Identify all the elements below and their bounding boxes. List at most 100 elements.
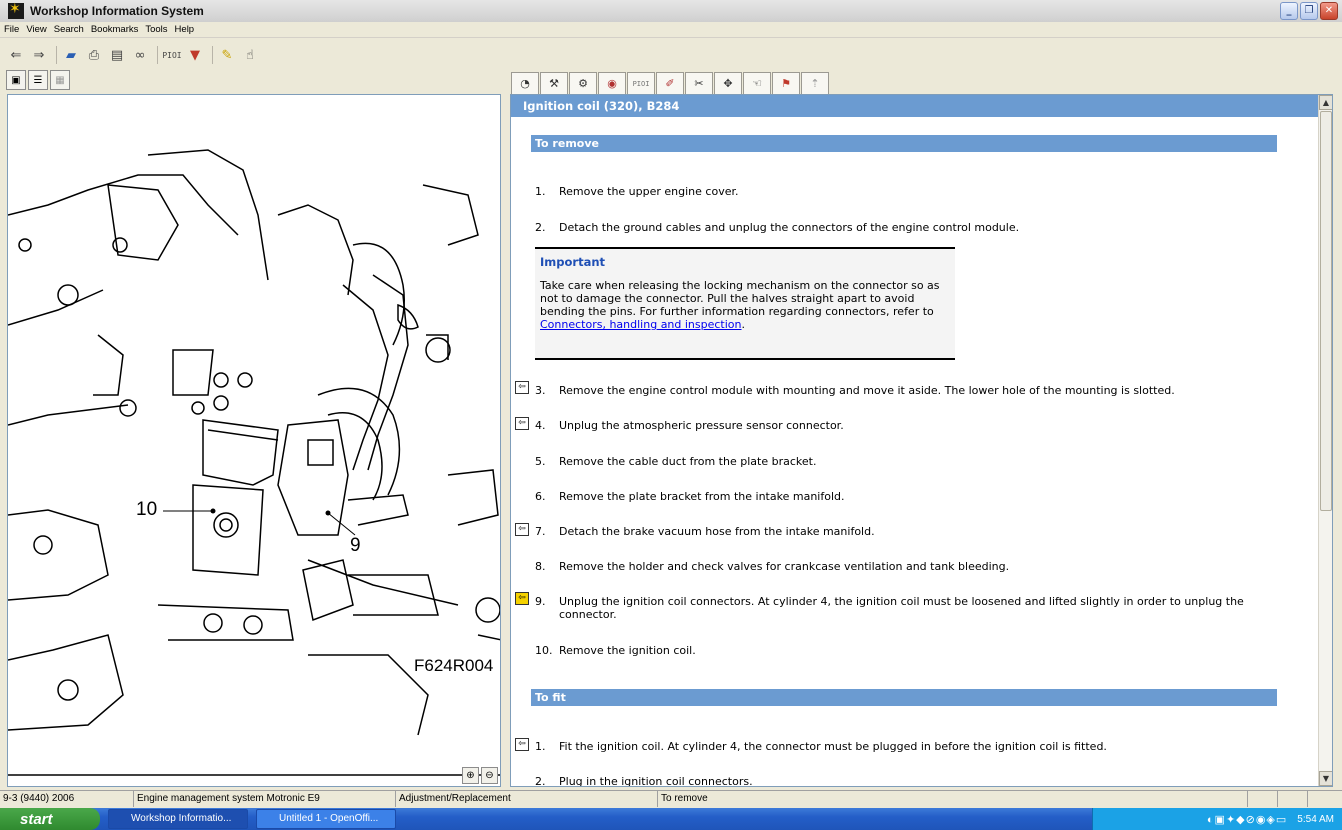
status-empty	[1248, 791, 1278, 807]
app-window: Workshop Information System _ ❐ ✕ File V…	[0, 0, 1342, 810]
status-empty	[1308, 791, 1342, 807]
reference-icon[interactable]: ⇦	[515, 738, 529, 751]
reference-icon[interactable]: ⇦	[515, 417, 529, 430]
status-category: Adjustment/Replacement	[396, 791, 658, 807]
menu-file[interactable]: File	[4, 24, 19, 35]
window-controls: _ ❐ ✕	[1280, 2, 1338, 20]
warning-icon[interactable]: ⚑	[772, 72, 800, 94]
minimize-button[interactable]: _	[1280, 2, 1298, 20]
gauge-icon[interactable]: ◔	[511, 72, 539, 94]
zoom-in-icon[interactable]: ⊕	[462, 767, 479, 784]
tray-icons[interactable]: ◐▣✦◆⊘◉◈▭	[1207, 813, 1287, 826]
important-note: Important Take care when releasing the l…	[535, 247, 955, 360]
step-text: Detach the brake vacuum hose from the in…	[559, 525, 875, 538]
gears-icon[interactable]: ⚙	[569, 72, 597, 94]
wrench-screwdriver-icon[interactable]: ✂	[685, 72, 713, 94]
pen-tool-icon[interactable]: ✐	[656, 72, 684, 94]
clock: 5:54 AM	[1297, 813, 1334, 825]
status-bar: 9-3 (9440) 2006 Engine management system…	[0, 790, 1342, 807]
remove-step-9: 9. Unplug the ignition coil connectors. A…	[535, 595, 1295, 621]
reference-icon-highlighted[interactable]: ⇦	[515, 592, 529, 605]
callout-9: 9	[350, 535, 361, 556]
menu-view[interactable]: View	[26, 24, 46, 35]
menu-help[interactable]: Help	[175, 24, 195, 35]
printer-icon[interactable]: ⎙	[84, 45, 104, 65]
circle-tool-icon[interactable]: ◉	[598, 72, 626, 94]
toolbar: ⇐ ⇒ ▰ ⎙ ▤ ∞ PIOI ▼ ✎ ☝	[0, 40, 1342, 70]
step-number: 5.	[535, 455, 546, 468]
vertical-scrollbar[interactable]: ▲ ▼	[1318, 95, 1332, 786]
forward-arrow-icon[interactable]: ⇒	[29, 45, 49, 65]
menu-bar: File View Search Bookmarks Tools Help	[0, 22, 1342, 38]
app-logo-icon	[8, 1, 24, 19]
step-text: Fit the ignition coil. At cylinder 4, th…	[559, 740, 1107, 753]
status-section: To remove	[658, 791, 1248, 807]
status-model: 9-3 (9440) 2006	[0, 791, 134, 807]
section-to-remove: To remove	[531, 135, 1277, 152]
maximize-button[interactable]: ❐	[1300, 2, 1318, 20]
piol-tab-icon[interactable]: PIOI	[627, 72, 655, 94]
menu-tools[interactable]: Tools	[145, 24, 167, 35]
menu-search[interactable]: Search	[54, 24, 84, 35]
step-number: 8.	[535, 560, 546, 573]
important-title: Important	[540, 255, 606, 269]
move-icon[interactable]: ✥	[714, 72, 742, 94]
zoom-controls: ⊕ ⊖	[462, 767, 498, 784]
pencil-icon[interactable]: ✎	[217, 45, 237, 65]
filter-icon[interactable]: ▼	[185, 45, 205, 65]
hand-icon[interactable]: ☜	[743, 72, 771, 94]
fit-step-1: 1. Fit the ignition coil. At cylinder 4, …	[535, 740, 1295, 753]
back-arrow-icon[interactable]: ⇐	[6, 45, 26, 65]
export-icon[interactable]: ▤	[107, 45, 127, 65]
step-text: Plug in the ignition coil connectors.	[559, 775, 753, 787]
step-number: 2.	[535, 775, 546, 787]
close-button[interactable]: ✕	[1320, 2, 1338, 20]
car-icon[interactable]: ▰	[61, 45, 81, 65]
illustration-pane: 10 9 F624R004	[7, 94, 501, 787]
status-system: Engine management system Motronic E9	[134, 791, 396, 807]
step-number: 10.	[535, 644, 553, 657]
step-number: 7.	[535, 525, 546, 538]
remove-step-4: 4. Unplug the atmospheric pressure sensor…	[535, 419, 1295, 432]
menu-bookmarks[interactable]: Bookmarks	[91, 24, 139, 35]
zoom-out-icon[interactable]: ⊖	[481, 767, 498, 784]
connectors-link[interactable]: Connectors, handling and inspection	[540, 318, 742, 331]
step-text: Remove the plate bracket from the intake…	[559, 490, 845, 503]
wrench-icon[interactable]: ⚒	[540, 72, 568, 94]
important-end: .	[741, 318, 746, 331]
step-text: Remove the cable duct from the plate bra…	[559, 455, 817, 468]
start-button[interactable]: start	[0, 808, 100, 830]
remove-step-10: 10. Remove the ignition coil.	[535, 644, 1295, 657]
tree-icon[interactable]: ▣	[6, 70, 26, 90]
remove-step-7: 7. Detach the brake vacuum hose from the …	[535, 525, 1295, 538]
step-text: Unplug the ignition coil connectors. At …	[559, 595, 1244, 621]
taskbar-item-workshop[interactable]: Workshop Informatio...	[108, 809, 248, 829]
arrow-icon[interactable]: ⇡	[801, 72, 829, 94]
remove-step-1: 1. Remove the upper engine cover.	[535, 185, 1295, 198]
document-pane: Ignition coil (320), B284 To remove 1. Re…	[510, 94, 1333, 787]
piol-icon[interactable]: PIOI	[162, 45, 182, 65]
remove-step-3: 3. Remove the engine control module with …	[535, 384, 1295, 397]
remove-step-5: 5. Remove the cable duct from the plate b…	[535, 455, 1295, 468]
reference-icon[interactable]: ⇦	[515, 381, 529, 394]
step-number: 1.	[535, 740, 546, 753]
list-icon[interactable]: ☰	[28, 70, 48, 90]
remove-step-6: 6. Remove the plate bracket from the inta…	[535, 490, 1295, 503]
taskbar-item-openoffice[interactable]: Untitled 1 - OpenOffi...	[256, 809, 396, 829]
pointer-icon[interactable]: ☝	[240, 45, 260, 65]
scroll-thumb[interactable]	[1320, 111, 1332, 511]
right-pane-tabs: ◔ ⚒ ⚙ ◉ PIOI ✐ ✂ ✥ ☜ ⚑ ⇡	[511, 72, 830, 94]
step-text: Unplug the atmospheric pressure sensor c…	[559, 419, 844, 432]
step-number: 3.	[535, 384, 546, 397]
scroll-up-button[interactable]: ▲	[1319, 95, 1332, 110]
step-text: Remove the upper engine cover.	[559, 185, 739, 198]
image-icon[interactable]: ▦	[50, 70, 70, 90]
scroll-down-button[interactable]: ▼	[1319, 771, 1332, 786]
reference-icon[interactable]: ⇦	[515, 523, 529, 536]
title-bar: Workshop Information System _ ❐ ✕	[0, 0, 1342, 22]
remove-step-2: 2. Detach the ground cables and unplug th…	[535, 221, 1295, 234]
important-text: Take care when releasing the locking mec…	[540, 279, 950, 331]
step-number: 1.	[535, 185, 546, 198]
toolbar-separator	[212, 46, 213, 64]
binoculars-icon[interactable]: ∞	[130, 45, 150, 65]
